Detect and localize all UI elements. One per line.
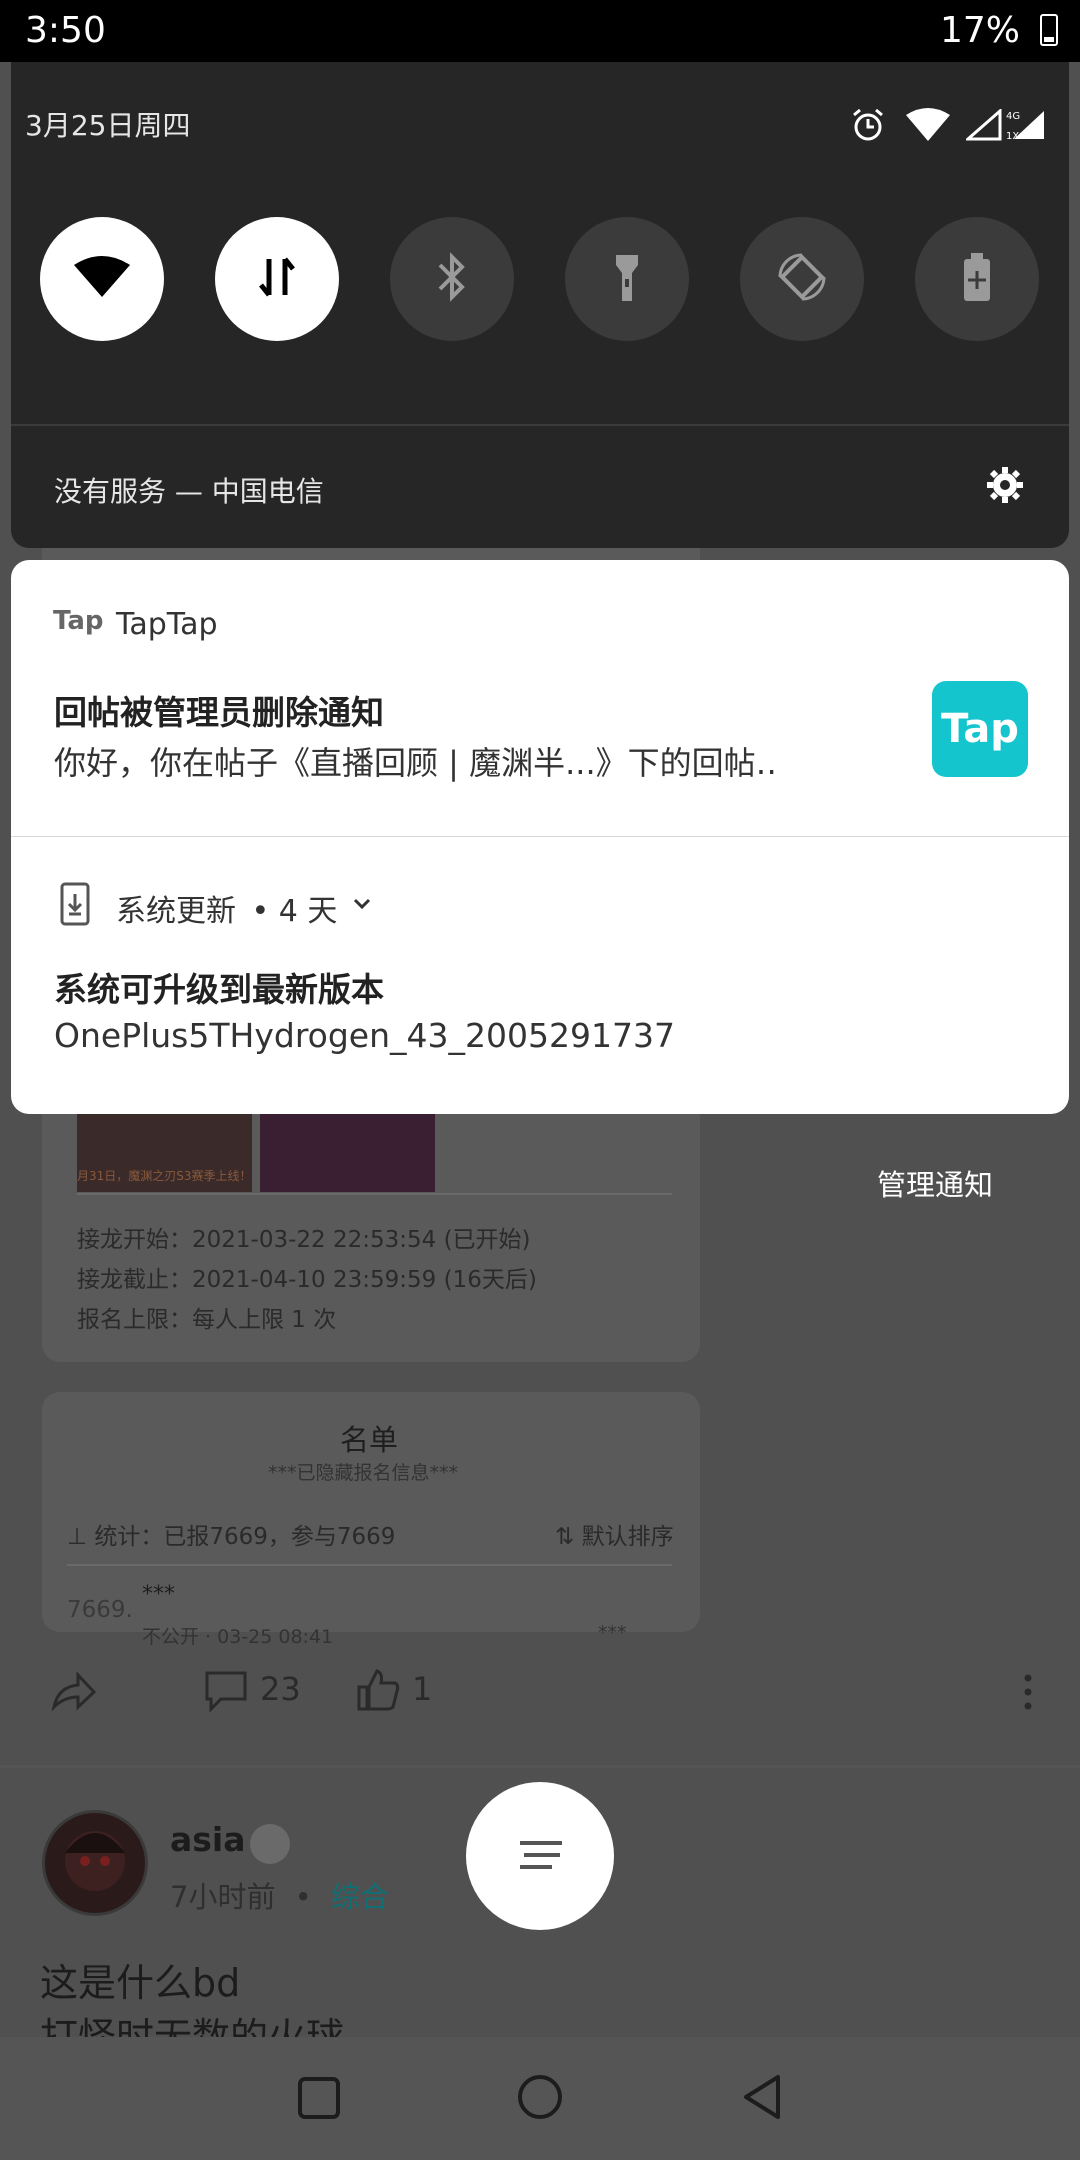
status-bar	[0, 0, 1080, 62]
comment-count: 23	[260, 1670, 301, 1708]
carrier-text: 没有服务 — 中国电信	[54, 475, 324, 508]
list-divider	[67, 1564, 672, 1566]
auto-rotate-icon	[774, 249, 830, 309]
list-title: 名单	[340, 1423, 399, 1457]
alarm-icon	[850, 107, 886, 147]
post-tag[interactable]: 综合	[331, 1880, 389, 1914]
qs-date[interactable]: 3月25日周四	[25, 104, 190, 144]
info-divider	[77, 1193, 672, 1195]
battery-icon	[1040, 14, 1058, 46]
chevron-down-icon[interactable]	[350, 892, 374, 916]
like-count: 1	[412, 1670, 433, 1708]
author-badge	[250, 1824, 290, 1864]
back-icon[interactable]	[740, 2073, 786, 2121]
notification-title: 回帖被管理员删除通知	[54, 693, 384, 732]
wifi-status-icon	[904, 107, 952, 147]
entry-name: ***	[142, 1582, 175, 1607]
entry-index: 7669.	[67, 1597, 133, 1623]
author-name[interactable]: asia	[170, 1820, 246, 1859]
flashlight-icon	[612, 251, 642, 307]
sort-button[interactable]: ⇅ 默认排序	[555, 1517, 674, 1551]
stats-icon: ⊥	[67, 1524, 95, 1550]
battery-saver-icon	[961, 251, 993, 307]
status-time: 3:50	[25, 10, 106, 51]
banner-text: 月31日，魔渊之刃S3赛季上线！	[77, 1169, 252, 1183]
taptap-small-logo: Tap	[53, 606, 104, 636]
info-limit: 报名上限：每人上限 1 次	[77, 1307, 337, 1333]
more-icon[interactable]	[1018, 1672, 1038, 1712]
mobile-data-icon	[255, 253, 299, 305]
battery-saver-tile[interactable]	[915, 217, 1039, 341]
info-end: 接龙截止：2021-04-10 23:59:59 (16天后)	[77, 1267, 537, 1293]
bluetooth-tile[interactable]	[390, 217, 514, 341]
qs-status-icons: 4G 1X	[850, 105, 1050, 145]
signal-icon	[964, 107, 1002, 145]
post-divider	[0, 1765, 1080, 1768]
svg-text:4G: 4G	[1006, 111, 1020, 122]
post-time: 7小时前 • 综合	[170, 1880, 390, 1914]
post-line-1: 这是什么bd	[40, 1961, 241, 2005]
list-subtitle: ***已隐藏报名信息***	[268, 1462, 459, 1484]
avatar[interactable]	[42, 1810, 148, 1916]
system-update-icon	[58, 882, 92, 926]
entry-right: ***	[598, 1622, 627, 1644]
taptap-large-icon: Tap	[932, 681, 1028, 777]
comment-icon[interactable]	[203, 1667, 249, 1713]
post-line-2: 打怪时无数的火球	[40, 2015, 345, 2038]
svg-text:1X: 1X	[1006, 131, 1019, 141]
flashlight-tile[interactable]	[565, 217, 689, 341]
info-start: 接龙开始：2021-03-22 22:53:54 (已开始)	[77, 1227, 531, 1253]
settings-gear-icon[interactable]	[985, 465, 1025, 505]
stats-text: ⊥ 统计：已报7669，参与7669	[67, 1524, 396, 1550]
notification-app-name: TapTap	[116, 607, 218, 642]
entry-meta: 不公开 · 03-25 08:41	[142, 1626, 334, 1648]
notification-title-2: 系统可升级到最新版本	[54, 970, 384, 1009]
bluetooth-icon	[434, 251, 470, 307]
wifi-icon	[72, 255, 132, 303]
share-icon[interactable]	[48, 1667, 98, 1717]
manage-notifications-button[interactable]: 管理通知	[877, 1162, 993, 1204]
like-icon[interactable]	[355, 1667, 401, 1713]
auto-rotate-tile[interactable]	[740, 217, 864, 341]
sort-icon: ⇅	[555, 1524, 582, 1550]
signal-4g-icon: 4G 1X	[1006, 109, 1046, 145]
status-battery-percent: 17%	[939, 10, 1020, 51]
notification-text-2: OnePlus5THydrogen_43_2005291737	[54, 1016, 675, 1055]
notification-text: 你好，你在帖子《直播回顾 | 魔渊半...》下的回帖‥	[54, 744, 778, 782]
floating-action-button[interactable]	[466, 1782, 614, 1930]
menu-lines-icon	[516, 1837, 566, 1881]
mobile-data-tile[interactable]	[215, 217, 339, 341]
notification-app-name-2: 系统更新 • 4 天	[116, 894, 338, 929]
wifi-tile[interactable]	[40, 217, 164, 341]
recents-icon[interactable]	[296, 2075, 342, 2121]
qs-separator	[11, 424, 1069, 426]
home-icon[interactable]	[516, 2073, 564, 2121]
